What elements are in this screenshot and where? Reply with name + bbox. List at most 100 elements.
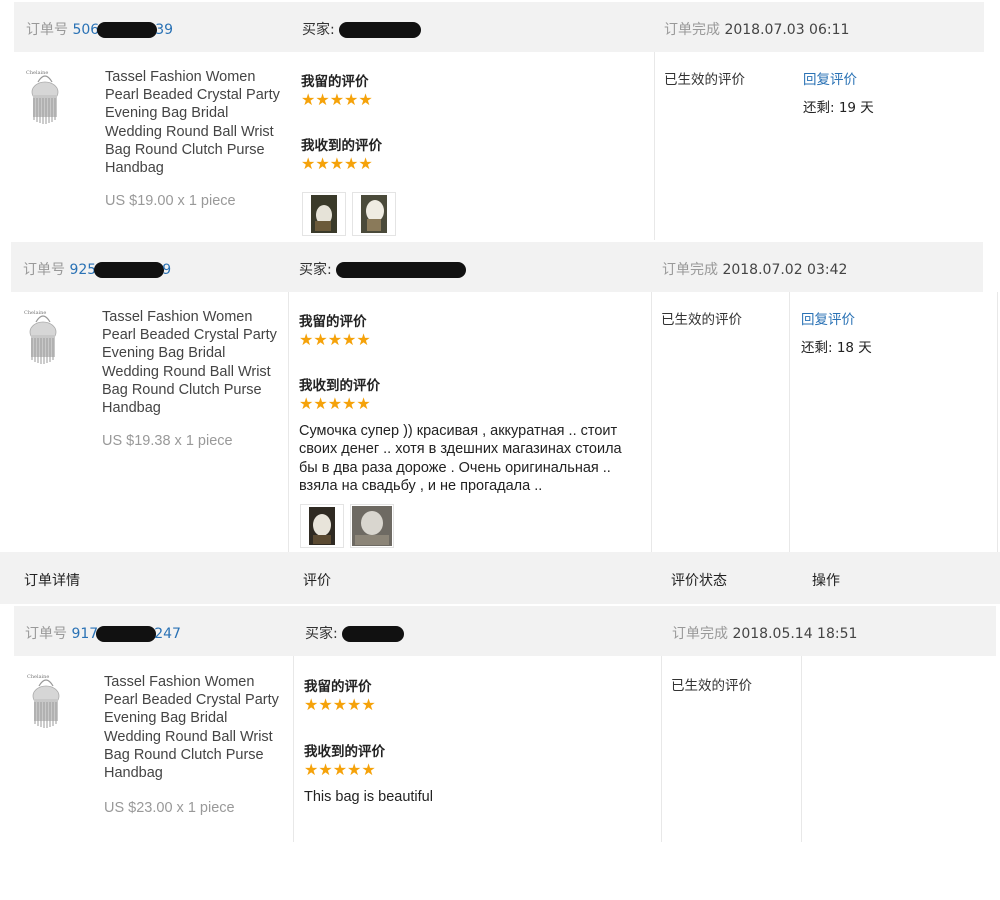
- star-icon: ★: [329, 90, 345, 109]
- star-icon: ★: [356, 330, 371, 349]
- star-icon: ★: [299, 330, 314, 349]
- product-title[interactable]: Tassel Fashion Women Pearl Beaded Crysta…: [104, 673, 286, 782]
- order-completed: 订单完成 2018.07.02 03:42: [662, 259, 847, 279]
- star-icon: ★: [313, 394, 328, 413]
- column-divider: [801, 656, 802, 842]
- received-review-stars: ★★★★★: [301, 156, 373, 172]
- redaction-mark: [97, 22, 158, 38]
- svg-text:Chelaine: Chelaine: [26, 70, 48, 76]
- star-icon: ★: [342, 394, 357, 413]
- product-title[interactable]: Tassel Fashion Women Pearl Beaded Crysta…: [102, 308, 284, 417]
- review-photo-icon[interactable]: [302, 192, 346, 236]
- tassel-bag-thumbnail-icon[interactable]: Chelaine: [26, 68, 64, 128]
- reply-review-link[interactable]: 回复评价: [801, 308, 855, 328]
- reply-review-link[interactable]: 回复评价: [803, 68, 857, 88]
- star-icon: ★: [318, 760, 333, 779]
- order-header: 订单号 506 39 买家: 订单完成 2018.07.03 06:11: [14, 2, 984, 52]
- order-row: Chelaine Tassel Fashion Women Pearl Bead…: [14, 52, 984, 240]
- column-divider: [654, 52, 655, 240]
- buyer-label: 买家:: [299, 262, 332, 278]
- redaction-mark: [339, 22, 422, 38]
- svg-text:Chelaine: Chelaine: [27, 674, 49, 680]
- star-icon: ★: [315, 154, 330, 173]
- received-review-stars: ★★★★★: [304, 762, 376, 778]
- review-status: 已生效的评价: [671, 678, 752, 694]
- order-number: 订单号 506 39: [26, 19, 173, 39]
- order-number-suffix[interactable]: 247: [154, 626, 181, 642]
- my-review-stars: ★★★★★: [304, 697, 376, 713]
- order-number-label: 订单号: [26, 22, 68, 38]
- remaining-days: 还剩: 19 天: [803, 100, 874, 116]
- column-header-order-details: 订单详情: [24, 573, 80, 589]
- star-icon: ★: [344, 90, 359, 109]
- order-status-label: 订单完成: [664, 22, 720, 38]
- order-completed: 订单完成 2018.05.14 18:51: [672, 623, 857, 643]
- received-review-heading: 我收到的评价: [299, 378, 380, 394]
- order-number-suffix[interactable]: 9: [162, 262, 171, 278]
- star-icon: ★: [315, 90, 330, 109]
- star-icon: ★: [327, 394, 343, 413]
- order-date: 2018.07.03 06:11: [724, 22, 850, 38]
- svg-text:Chelaine: Chelaine: [24, 310, 46, 316]
- star-icon: ★: [361, 695, 376, 714]
- star-icon: ★: [332, 695, 348, 714]
- column-divider: [789, 292, 790, 552]
- buyer-label: 买家:: [305, 626, 338, 642]
- table-header: 订单详情 评价 评价状态 操作: [0, 552, 1000, 604]
- order-row: Chelaine Tassel Fashion Women Pearl Bead…: [11, 292, 999, 552]
- received-review-text: This bag is beautiful: [304, 789, 433, 805]
- redaction-mark: [336, 262, 467, 278]
- my-review-heading: 我留的评价: [304, 679, 372, 695]
- product-title[interactable]: Tassel Fashion Women Pearl Beaded Crysta…: [105, 68, 287, 177]
- order-number-label: 订单号: [23, 262, 65, 278]
- order-number: 订单号 925 9: [23, 259, 171, 279]
- order-number-prefix[interactable]: 917: [71, 626, 98, 642]
- star-icon: ★: [301, 154, 316, 173]
- received-review-stars: ★★★★★: [299, 396, 371, 412]
- buyer: 买家:: [299, 259, 467, 279]
- my-review-heading: 我留的评价: [301, 74, 369, 90]
- star-icon: ★: [304, 760, 319, 779]
- star-icon: ★: [356, 394, 371, 413]
- review-status: 已生效的评价: [661, 312, 742, 328]
- tassel-bag-thumbnail-icon[interactable]: Chelaine: [27, 672, 65, 732]
- buyer: 买家:: [305, 623, 405, 643]
- received-review-heading: 我收到的评价: [301, 138, 382, 154]
- column-divider: [293, 656, 294, 842]
- star-icon: ★: [347, 695, 362, 714]
- column-divider: [288, 292, 289, 552]
- star-icon: ★: [299, 394, 314, 413]
- star-icon: ★: [358, 154, 373, 173]
- review-photo-icon[interactable]: [350, 504, 394, 548]
- star-icon: ★: [304, 695, 319, 714]
- redaction-mark: [342, 626, 405, 642]
- star-icon: ★: [342, 330, 357, 349]
- star-icon: ★: [358, 90, 373, 109]
- order-header: 订单号 917 247 买家: 订单完成 2018.05.14 18:51: [14, 606, 996, 656]
- product-price: US $19.00 x 1 piece: [105, 193, 236, 209]
- order-number-prefix[interactable]: 506: [72, 22, 99, 38]
- column-header-review: 评价: [303, 573, 331, 589]
- redaction-mark: [94, 262, 165, 278]
- star-icon: ★: [344, 154, 359, 173]
- my-review-stars: ★★★★★: [299, 332, 371, 348]
- review-status: 已生效的评价: [664, 72, 745, 88]
- buyer: 买家:: [302, 19, 422, 39]
- order-number-prefix[interactable]: 925: [69, 262, 96, 278]
- review-photo-icon[interactable]: [300, 504, 344, 548]
- buyer-label: 买家:: [302, 22, 335, 38]
- order-number-suffix[interactable]: 39: [155, 22, 173, 38]
- order-number: 订单号 917 247: [25, 623, 181, 643]
- column-divider: [661, 656, 662, 842]
- received-review-heading: 我收到的评价: [304, 744, 385, 760]
- star-icon: ★: [329, 154, 345, 173]
- tassel-bag-thumbnail-icon[interactable]: Chelaine: [24, 308, 62, 368]
- my-review-heading: 我留的评价: [299, 314, 367, 330]
- column-divider: [997, 292, 998, 552]
- order-date: 2018.05.14 18:51: [732, 626, 858, 642]
- remaining-days: 还剩: 18 天: [801, 340, 872, 356]
- column-header-review-status: 评价状态: [671, 573, 727, 589]
- review-photo-icon[interactable]: [352, 192, 396, 236]
- my-review-stars: ★★★★★: [301, 92, 373, 108]
- star-icon: ★: [313, 330, 328, 349]
